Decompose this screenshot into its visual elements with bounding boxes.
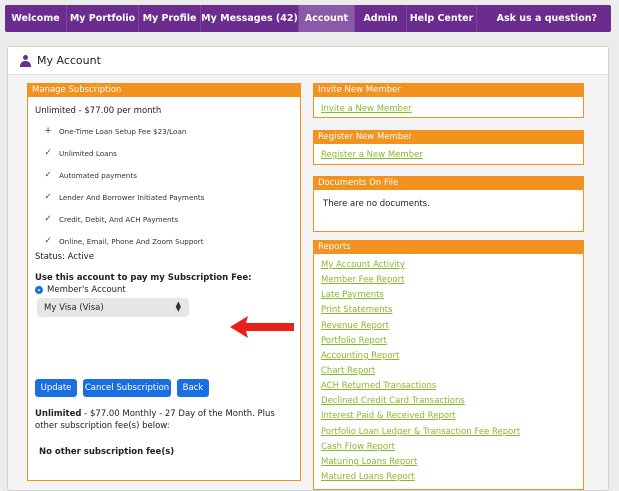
feature-text: Lender And Borrower Initiated Payments <box>59 192 205 202</box>
feature-item: ✓ Automated payments <box>43 170 137 180</box>
report-link[interactable]: Declined Credit Card Transactions <box>321 396 465 406</box>
report-link[interactable]: Member Fee Report <box>321 275 404 285</box>
red-arrow-annotation <box>230 316 294 338</box>
report-link[interactable]: My Account Activity <box>321 260 405 270</box>
plus-icon: + <box>44 126 52 136</box>
nav-my-portfolio[interactable]: My Portfolio <box>67 5 139 32</box>
no-other-fees: No other subscription fee(s) <box>39 447 175 457</box>
account-container: My Account Manage Subscription Unlimited… <box>7 46 609 491</box>
report-link[interactable]: Portfolio Report <box>321 336 387 346</box>
chevron-updown-icon: ▲ ▼ <box>175 300 181 313</box>
check-icon: ✓ <box>44 170 52 180</box>
nav-my-profile[interactable]: My Profile <box>139 5 201 32</box>
report-link[interactable]: Print Statements <box>321 305 392 315</box>
register-member-link[interactable]: Register a New Member <box>321 150 423 160</box>
report-link[interactable]: Portfolio Loan Ledger & Transaction Fee … <box>321 427 520 437</box>
report-link[interactable]: Matured Loans Report <box>321 472 415 482</box>
check-icon: ✓ <box>44 214 52 224</box>
panel-header: Reports <box>314 241 583 254</box>
check-icon: ✓ <box>44 236 52 246</box>
feature-item: ✓ Online, Email, Phone And Zoom Support <box>43 236 204 246</box>
feature-item: ✓ Credit, Debit, And ACH Payments <box>43 214 178 224</box>
report-link[interactable]: Interest Paid & Received Report <box>321 411 456 421</box>
feature-item: ✓ Unlimited Loans <box>43 148 117 158</box>
panel-header: Manage Subscription <box>28 84 300 97</box>
panel-header: Register New Member <box>314 131 583 144</box>
subscription-note: Unlimited - $77.00 Monthly - 27 Day of t… <box>35 408 285 432</box>
note-plan: Unlimited <box>35 409 82 419</box>
page-header: My Account <box>8 47 608 75</box>
nav-welcome[interactable]: Welcome <box>5 5 67 32</box>
report-link[interactable]: Cash Flow Report <box>321 442 395 452</box>
cancel-subscription-button[interactable]: Cancel Subscription <box>83 379 171 397</box>
panel-header: Documents On File <box>314 177 583 190</box>
register-member-panel: Register New Member Register a New Membe… <box>313 130 584 165</box>
check-icon: ✓ <box>44 148 52 158</box>
nav-admin[interactable]: Admin <box>355 5 407 32</box>
feature-text: Online, Email, Phone And Zoom Support <box>59 236 204 246</box>
payment-method-select[interactable]: My Visa (Visa) ▲ ▼ <box>37 298 189 317</box>
nav-help-center[interactable]: Help Center <box>407 5 477 32</box>
page-title: My Account <box>37 54 101 67</box>
pay-fee-label: Use this account to pay my Subscription … <box>35 273 252 283</box>
reports-panel: Reports My Account Activity Member Fee R… <box>313 240 584 490</box>
feature-text: Unlimited Loans <box>59 148 117 158</box>
report-link[interactable]: Accounting Report <box>321 351 399 361</box>
feature-text: One-Time Loan Setup Fee $23/Loan <box>59 126 187 136</box>
feature-text: Credit, Debit, And ACH Payments <box>59 214 179 224</box>
report-link[interactable]: Revenue Report <box>321 321 389 331</box>
user-icon <box>20 54 31 67</box>
feature-item: + One-Time Loan Setup Fee $23/Loan <box>43 126 186 136</box>
invite-member-link[interactable]: Invite a New Member <box>321 104 412 114</box>
invite-member-panel: Invite New Member Invite a New Member <box>313 83 584 118</box>
select-value: My Visa (Visa) <box>44 302 104 313</box>
manage-subscription-panel: Manage Subscription Unlimited - $77.00 p… <box>27 83 301 481</box>
no-documents-text: There are no documents. <box>323 199 430 209</box>
update-button[interactable]: Update <box>35 379 77 397</box>
report-link[interactable]: Maturing Loans Report <box>321 457 417 467</box>
nav-my-messages[interactable]: My Messages (42) <box>201 5 299 32</box>
check-icon: ✓ <box>44 192 52 202</box>
nav-account[interactable]: Account <box>299 5 355 32</box>
report-link[interactable]: ACH Returned Transactions <box>321 381 436 391</box>
back-button[interactable]: Back <box>177 379 209 397</box>
panel-header: Invite New Member <box>314 84 583 97</box>
top-nav: Welcome My Portfolio My Profile My Messa… <box>5 5 611 32</box>
radio-selected-icon[interactable] <box>35 286 43 294</box>
feature-item: ✓ Lender And Borrower Initiated Payments <box>43 192 204 202</box>
documents-panel: Documents On File There are no documents… <box>313 176 584 232</box>
plan-title: Unlimited - $77.00 per month <box>35 106 162 116</box>
radio-label: Member's Account <box>47 285 126 295</box>
report-link[interactable]: Chart Report <box>321 366 375 376</box>
nav-ask-question[interactable]: Ask us a question? <box>497 5 611 32</box>
members-account-radio[interactable]: Member's Account <box>35 285 126 295</box>
feature-text: Automated payments <box>59 170 137 180</box>
subscription-status: Status: Active <box>35 252 94 262</box>
report-link[interactable]: Late Payments <box>321 290 384 300</box>
